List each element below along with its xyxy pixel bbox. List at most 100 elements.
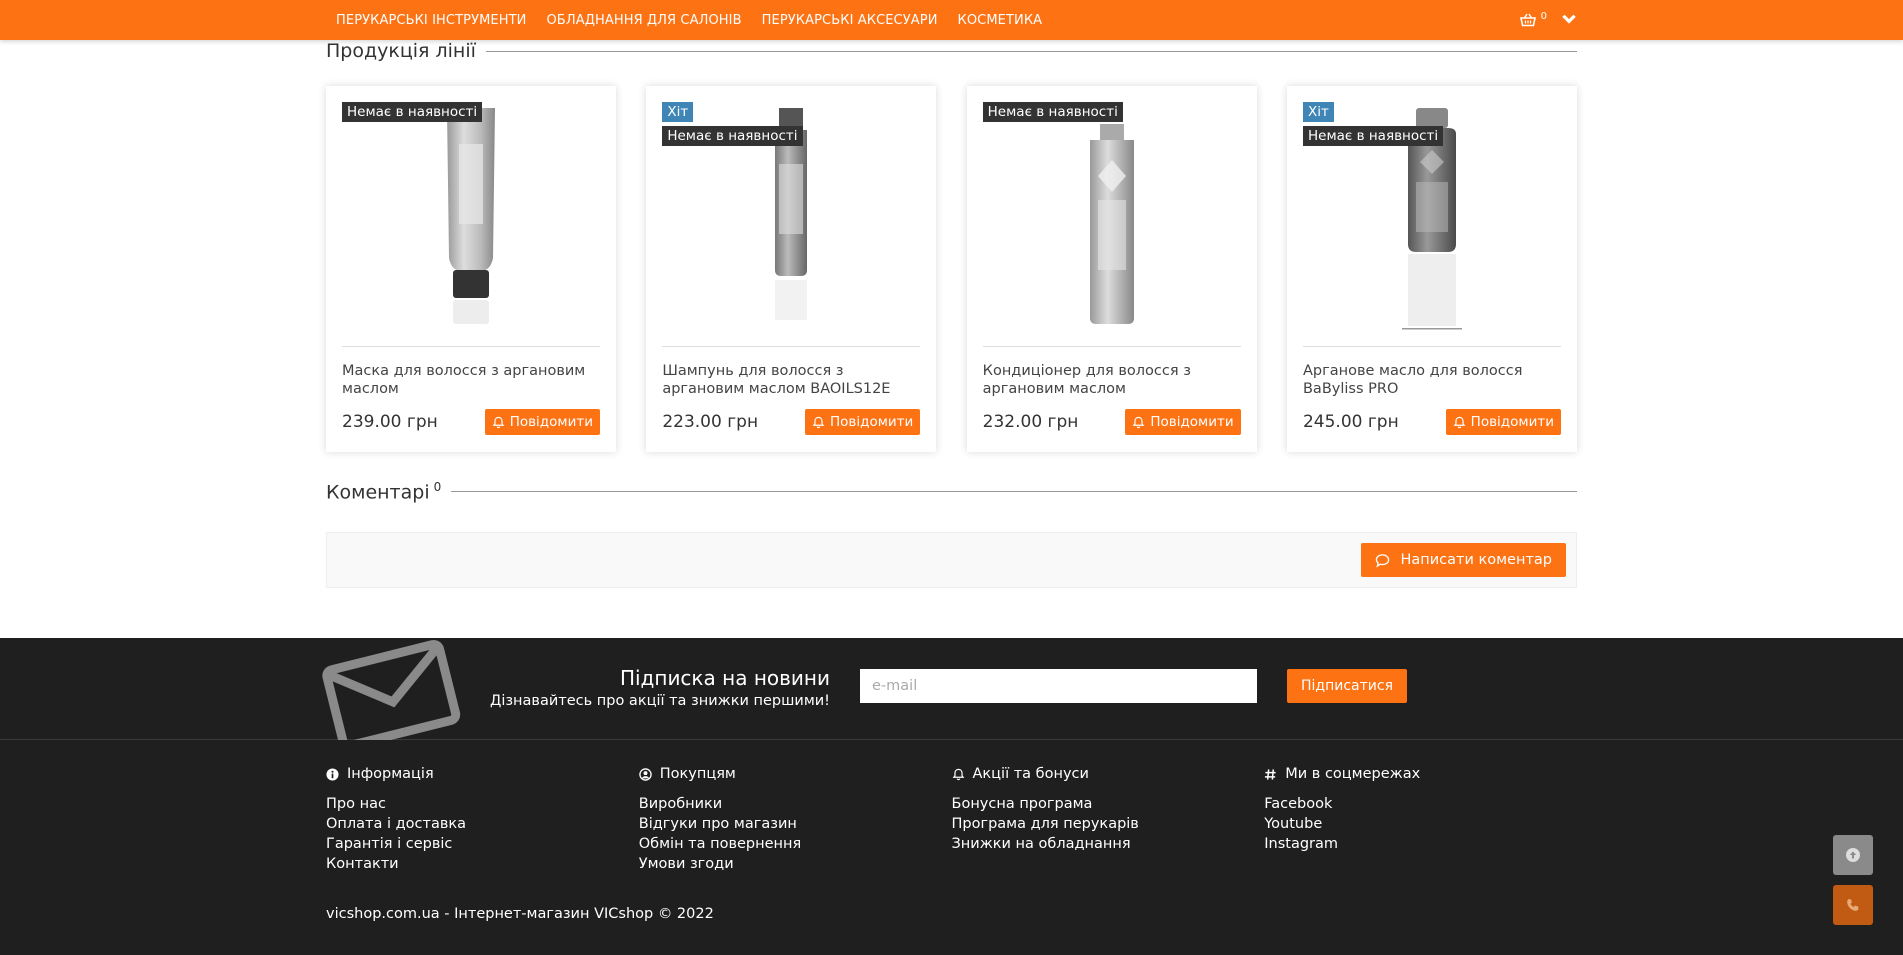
out-of-stock-badge: Немає в наявності [662,126,803,146]
comments-box: Написати коментар [326,532,1577,588]
footer-link-bonus-program[interactable]: Бонусна програма [952,794,1265,814]
notify-label: Повідомити [830,414,914,430]
footer-column-title-text: Акції та бонуси [972,766,1089,782]
heading-divider [485,50,1577,52]
footer: Підписка на новини Дізнавайтесь про акці… [0,638,1903,955]
newsletter-description: Дізнавайтесь про акції та знижки першими… [489,693,830,709]
product-price: 232.00 грн [982,412,1079,432]
products-section-heading: Продукція лінії [326,40,1577,62]
footer-column-title-text: Покупцям [659,766,736,782]
footer-link-terms[interactable]: Умови згоди [639,854,952,874]
notify-label: Повідомити [509,414,593,430]
notify-label: Повідомити [1470,414,1554,430]
phone-icon [1847,899,1859,911]
card-divider [662,346,921,347]
product-card[interactable]: Немає в наявності Маска для волосся з ар… [326,86,616,452]
newsletter-section: Підписка на новини Дізнавайтесь про акці… [0,638,1903,740]
arrow-up-circle-icon [1846,848,1860,862]
notify-button[interactable]: Повідомити [1445,409,1561,435]
footer-link-instagram[interactable]: Instagram [1264,834,1577,854]
product-name[interactable]: Шампунь для волосся з аргановим маслом B… [662,362,920,398]
footer-column-promos: Акції та бонуси Бонусна програма Програм… [952,766,1265,874]
out-of-stock-badge: Немає в наявності [982,102,1123,122]
card-divider [982,346,1241,347]
write-comment-label: Написати коментар [1400,552,1552,568]
footer-column-social: Ми в соцмережах Facebook Youtube Instagr… [1264,766,1577,874]
scroll-to-top-button[interactable] [1833,835,1873,875]
footer-column-title: Акції та бонуси [952,766,1265,782]
product-price: 245.00 грн [1302,412,1399,432]
envelope-icon [322,639,461,740]
hit-badge: Хіт [1302,102,1334,122]
footer-column-title: Інформація [326,766,639,782]
product-name[interactable]: Арганове масло для волосся BaByliss PRO [1303,362,1561,398]
chevron-down-icon[interactable] [1561,11,1577,30]
footer-link-reviews[interactable]: Відгуки про магазин [639,814,952,834]
copyright: vicshop.com.ua - Інтернет-магазин VICsho… [326,906,714,922]
product-image[interactable] [983,102,1241,332]
hit-badge: Хіт [662,102,694,122]
write-comment-button[interactable]: Написати коментар [1361,543,1566,577]
comment-icon [1376,553,1390,568]
product-card[interactable]: Хіт Немає в наявності Арганове масло для… [1286,86,1577,452]
footer-column-title-text: Ми в соцмережах [1285,766,1421,782]
product-price: 223.00 грн [662,412,759,432]
footer-link-equipment-discounts[interactable]: Знижки на обладнання [952,834,1265,854]
product-card[interactable]: Немає в наявності Кондиціонер для волосс… [966,86,1257,452]
product-card[interactable]: Хіт Немає в наявності Шампунь для волосс… [646,86,937,452]
footer-column-title-text: Інформація [347,766,434,782]
product-name[interactable]: Маска для волосся з аргановим маслом [342,362,600,398]
bell-icon [492,416,505,428]
footer-link-facebook[interactable]: Facebook [1264,794,1577,814]
footer-columns: Інформація Про нас Оплата і доставка Гар… [326,766,1577,874]
products-section-title: Продукція лінії [326,40,476,62]
card-divider [1302,346,1561,347]
call-button[interactable] [1833,885,1873,925]
nav-item-accessories[interactable]: ПЕРУКАРСЬКІ АКСЕСУАРИ [762,13,938,28]
comments-title-text: Коментарі [326,481,430,504]
footer-column-title: Покупцям [639,766,952,782]
nav-item-cosmetics[interactable]: КОСМЕТИКА [958,13,1043,28]
bell-icon [812,416,825,428]
nav-item-salon-equipment[interactable]: ОБЛАДНАННЯ ДЛЯ САЛОНІВ [546,13,741,28]
top-navigation: ПЕРУКАРСЬКІ ІНСТРУМЕНТИ ОБЛАДНАННЯ ДЛЯ С… [0,0,1903,40]
card-divider [342,346,600,347]
footer-column-info: Інформація Про нас Оплата і доставка Гар… [326,766,639,874]
comments-count: 0 [433,480,442,494]
newsletter-title: Підписка на новини [619,666,830,690]
footer-column-customers: Покупцям Виробники Відгуки про магазин О… [639,766,952,874]
comments-section-heading: Коментарі 0 [326,480,1577,503]
user-circle-icon [639,767,652,781]
hashtag-icon [1265,768,1276,780]
notify-label: Повідомити [1150,414,1234,430]
footer-link-about[interactable]: Про нас [326,794,639,814]
nav-item-tools[interactable]: ПЕРУКАРСЬКІ ІНСТРУМЕНТИ [336,13,526,28]
notify-button[interactable]: Повідомити [484,409,600,435]
footer-link-warranty[interactable]: Гарантія і сервіс [326,834,639,854]
cart-button[interactable]: 0 [1519,0,1577,40]
subscribe-button[interactable]: Підписатися [1287,669,1407,703]
heading-divider [451,491,1577,493]
product-image[interactable] [342,102,600,332]
basket-icon [1519,13,1536,27]
footer-link-hairdresser-program[interactable]: Програма для перукарів [952,814,1265,834]
product-price: 239.00 грн [342,412,438,432]
footer-link-payment[interactable]: Оплата і доставка [326,814,639,834]
footer-column-title: Ми в соцмережах [1264,766,1577,782]
product-grid: Немає в наявності Маска для волосся з ар… [326,86,1577,452]
notify-button[interactable]: Повідомити [1125,409,1241,435]
info-icon [326,767,339,781]
notify-button[interactable]: Повідомити [805,409,921,435]
comments-title: Коментарі 0 [326,480,451,503]
bell-icon [1453,416,1466,428]
footer-link-youtube[interactable]: Youtube [1264,814,1577,834]
email-input[interactable] [860,669,1257,703]
footer-link-returns[interactable]: Обмін та повернення [639,834,952,854]
footer-link-contacts[interactable]: Контакти [326,854,639,874]
out-of-stock-badge: Немає в наявності [1302,126,1444,146]
out-of-stock-badge: Немає в наявності [342,102,483,122]
footer-link-manufacturers[interactable]: Виробники [639,794,952,814]
product-name[interactable]: Кондиціонер для волосся з аргановим масл… [983,362,1241,398]
bell-icon [952,768,964,780]
cart-count: 0 [1540,10,1547,22]
